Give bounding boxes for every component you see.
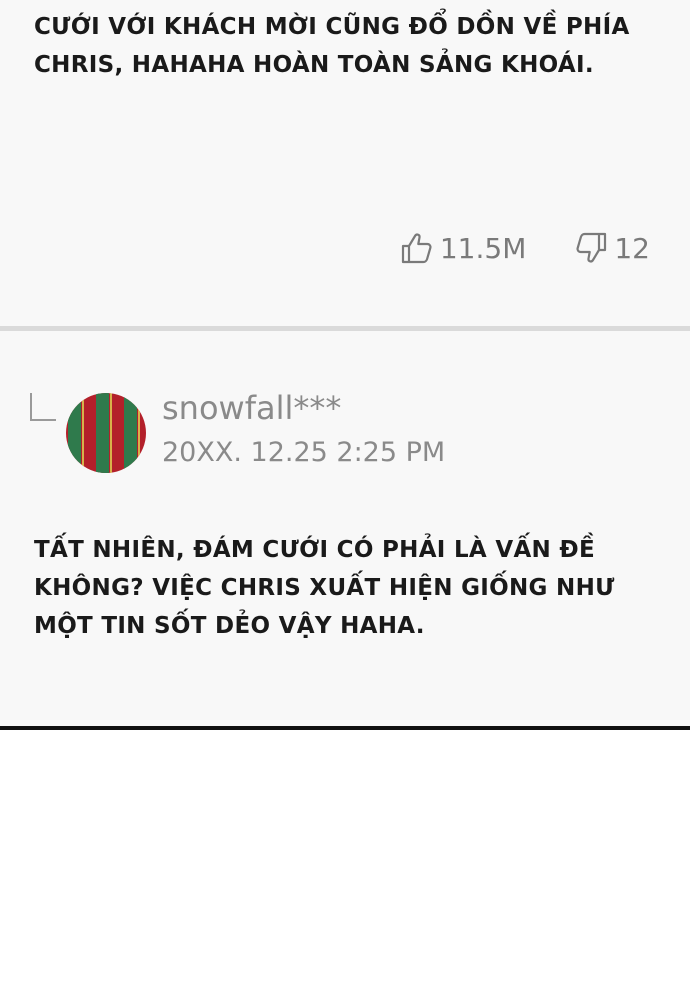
reply-body-line: một tin sốt dẻo vậy haha. bbox=[34, 613, 425, 639]
comment-body-line: chris, hahaha hoàn toàn sảng khoái. bbox=[34, 52, 594, 78]
reply-body-line: không? việc chris xuất hiện giống như bbox=[34, 575, 615, 601]
comment-thread: cưới với khách mời cũng đổ dồn về phía c… bbox=[0, 0, 690, 1000]
striped-avatar-icon bbox=[66, 393, 146, 473]
comment-body-line: cưới với khách mời cũng đổ dồn về phía bbox=[34, 14, 630, 40]
blank-area bbox=[0, 730, 690, 1000]
reply-card: snowfall*** 20XX. 12.25 2:25 PM tất nhiê… bbox=[0, 331, 690, 726]
comment-card: cưới với khách mời cũng đổ dồn về phía c… bbox=[0, 0, 690, 326]
dislike-count: 12 bbox=[614, 231, 650, 265]
dislike-button[interactable]: 12 bbox=[574, 231, 650, 265]
reply-body: tất nhiên, đám cưới có phải là vấn đề kh… bbox=[34, 531, 664, 645]
reply-timestamp: 20XX. 12.25 2:25 PM bbox=[162, 437, 446, 468]
reply-username[interactable]: snowfall*** bbox=[162, 389, 341, 427]
thumbs-down-icon bbox=[576, 232, 607, 263]
reply-body-line: tất nhiên, đám cưới có phải là vấn đề bbox=[34, 537, 595, 563]
avatar[interactable] bbox=[66, 393, 146, 473]
like-count: 11.5M bbox=[439, 231, 527, 265]
thumbs-up-icon bbox=[401, 233, 432, 264]
reaction-bar: 11.5M 12 bbox=[400, 226, 650, 270]
comment-body: cưới với khách mời cũng đổ dồn về phía c… bbox=[34, 8, 664, 84]
reply-connector-icon bbox=[30, 393, 56, 421]
like-button[interactable]: 11.5M bbox=[400, 231, 527, 265]
